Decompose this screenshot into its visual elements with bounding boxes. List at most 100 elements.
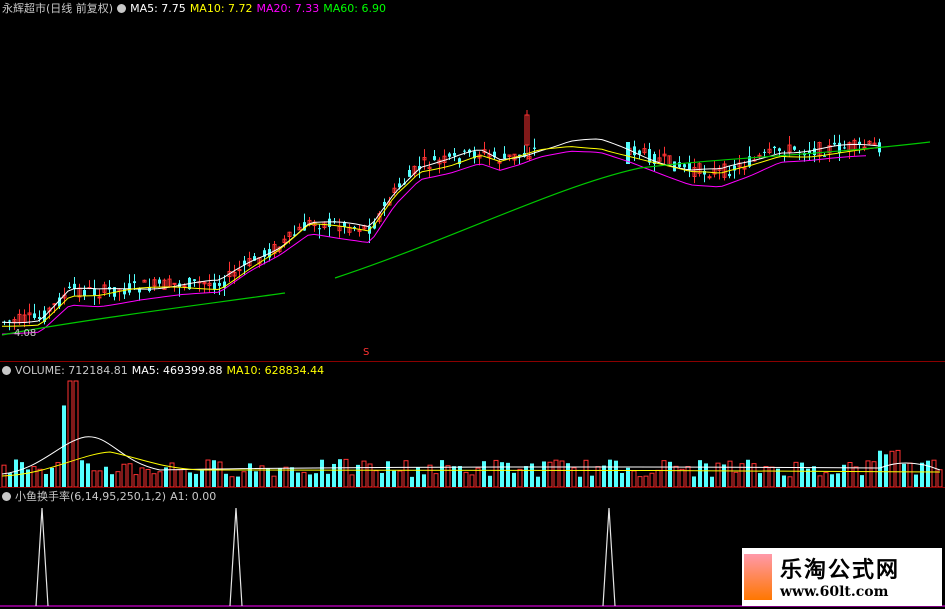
candle-body bbox=[123, 288, 126, 295]
volume-bar bbox=[121, 463, 127, 488]
volume-bar bbox=[793, 461, 799, 488]
site-watermark: 乐淘公式网 www.60lt.com bbox=[742, 548, 942, 606]
candle-body bbox=[843, 147, 846, 149]
candle-body bbox=[678, 162, 681, 167]
volume-bar bbox=[926, 460, 930, 487]
volume-bar bbox=[86, 463, 90, 487]
volume-bar bbox=[151, 473, 157, 488]
volume-bar bbox=[175, 469, 181, 488]
volume-bar bbox=[823, 472, 829, 488]
candle-body bbox=[793, 146, 796, 150]
volume-bar bbox=[547, 461, 553, 488]
candle-body bbox=[862, 146, 867, 149]
settings-circle-icon[interactable] bbox=[2, 492, 11, 501]
low-price-marker: 4.08 bbox=[14, 328, 37, 339]
volume-bar bbox=[14, 459, 18, 487]
candle-body bbox=[833, 142, 836, 145]
volume-bar bbox=[517, 468, 523, 488]
volume-bar bbox=[217, 461, 223, 488]
volume-bar bbox=[559, 460, 565, 488]
candle-body bbox=[408, 170, 411, 177]
volume-bar bbox=[889, 450, 895, 488]
volume-bar bbox=[205, 459, 211, 488]
volume-bar bbox=[445, 465, 451, 488]
volume-bar bbox=[836, 473, 840, 487]
volume-bar bbox=[403, 460, 409, 488]
volume-bar bbox=[50, 467, 54, 487]
volume-bar bbox=[241, 471, 247, 488]
volume-bar bbox=[194, 473, 198, 487]
volume-bar bbox=[373, 470, 379, 488]
candle-body bbox=[218, 283, 221, 286]
volume-bar bbox=[392, 470, 396, 487]
volume-bar bbox=[787, 476, 793, 488]
volume-bar bbox=[608, 459, 612, 487]
volume-bar bbox=[692, 476, 696, 487]
volume-bar bbox=[26, 469, 30, 487]
volume-bar bbox=[637, 476, 643, 488]
volume-bar bbox=[578, 476, 582, 487]
volume-bar bbox=[115, 471, 121, 488]
candle-body bbox=[128, 283, 131, 293]
volume-bar bbox=[410, 476, 414, 487]
settings-circle-icon[interactable] bbox=[117, 4, 127, 13]
candle-body bbox=[533, 147, 536, 149]
candle-body bbox=[138, 289, 141, 293]
volume-bar bbox=[512, 472, 516, 487]
volume-bar bbox=[710, 476, 714, 487]
candle-body bbox=[823, 155, 826, 157]
volume-bar bbox=[506, 462, 510, 487]
volume-bar bbox=[733, 471, 739, 488]
volume-ma10-label: MA10: 628834.44 bbox=[226, 364, 325, 377]
volume-bar bbox=[542, 461, 546, 487]
volume-bars[interactable] bbox=[0, 362, 945, 488]
indicator-spike bbox=[602, 507, 616, 607]
volume-bar bbox=[614, 460, 618, 487]
volume-bar bbox=[590, 475, 594, 487]
volume-chart-panel[interactable]: VOLUME: 712184.81 MA5: 469399.88 MA10: 628… bbox=[0, 362, 945, 488]
volume-bar bbox=[356, 464, 360, 487]
watermark-url: www.60lt.com bbox=[780, 584, 889, 600]
volume-bar bbox=[727, 460, 733, 488]
candle-body bbox=[448, 153, 451, 157]
candle-body bbox=[688, 162, 691, 171]
indicator-spike bbox=[35, 507, 49, 607]
volume-bar bbox=[145, 468, 151, 488]
volume-bar bbox=[31, 466, 37, 488]
volume-bar bbox=[643, 475, 649, 488]
volume-bar bbox=[91, 470, 97, 488]
candle-body bbox=[763, 151, 766, 153]
candlestick-chart[interactable] bbox=[0, 0, 945, 362]
volume-bar bbox=[397, 470, 403, 488]
price-chart-panel[interactable]: 永辉超市(日线 前复权) MA5: 7.75 MA10: 7.72 MA20: 7.3… bbox=[0, 0, 945, 362]
volume-bar bbox=[763, 466, 769, 488]
ma5-label: MA5: 7.75 bbox=[130, 2, 186, 15]
candle-body bbox=[463, 150, 466, 152]
candle-body bbox=[773, 146, 776, 149]
candle-body bbox=[328, 218, 331, 227]
volume-bar bbox=[349, 474, 355, 488]
candle-body bbox=[237, 269, 242, 272]
volume-bar bbox=[343, 458, 349, 488]
ma20-line bbox=[1, 150, 867, 335]
volume-bar bbox=[860, 475, 864, 487]
candle-body bbox=[503, 153, 506, 159]
volume-bar bbox=[583, 459, 589, 488]
volume-bar bbox=[493, 459, 499, 488]
candle-body bbox=[778, 148, 781, 151]
candle-body bbox=[133, 281, 136, 284]
volume-bar bbox=[271, 475, 277, 488]
volume-bar bbox=[427, 464, 433, 488]
settings-circle-icon[interactable] bbox=[2, 366, 11, 375]
volume-bar bbox=[301, 471, 307, 488]
volume-bar bbox=[769, 466, 775, 488]
indicator-header: 小鱼换手率(6,14,95,250,1,2) A1: 0.00 bbox=[2, 490, 220, 504]
volume-bar bbox=[830, 474, 834, 487]
volume-bar bbox=[722, 464, 726, 487]
volume-bar bbox=[475, 467, 481, 488]
volume-bar bbox=[296, 472, 300, 487]
volume-bar bbox=[97, 470, 103, 488]
candle-body bbox=[433, 156, 436, 161]
volume-bar bbox=[259, 465, 265, 488]
candle-body bbox=[453, 152, 456, 156]
